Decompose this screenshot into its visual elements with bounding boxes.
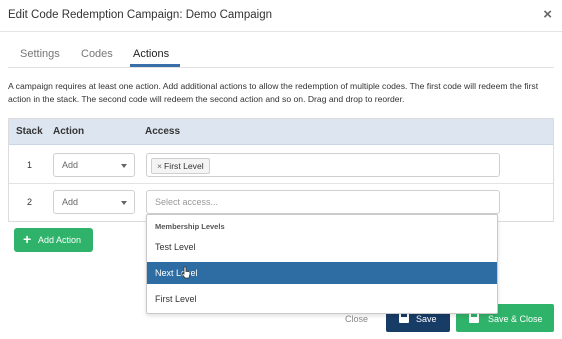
close-icon[interactable]: × [543,6,552,23]
dropdown-option-next-level[interactable]: Next Level [147,262,497,284]
add-action-label: Add Action [38,235,82,245]
floppy-disk-icon [469,313,479,323]
tab-codes[interactable]: Codes [81,48,113,60]
row-2-action-value: Add [62,197,79,207]
actions-description: A campaign requires at least one action.… [8,81,539,104]
plus-icon: + [23,231,32,247]
access-dropdown: Membership Levels Test Level Next Level … [146,214,498,314]
tab-bar: Settings Codes Actions [8,34,554,68]
row-2-access-input[interactable]: Select access... [146,190,500,214]
dropdown-option-first-level[interactable]: First Level [147,288,497,310]
dropdown-option-test-level[interactable]: Test Level [147,236,497,258]
add-action-button[interactable]: + Add Action [14,228,93,252]
remove-tag-icon[interactable]: × [157,161,162,171]
close-button[interactable]: Close [345,314,368,324]
hand-cursor-icon [181,266,191,279]
access-tag: × First Level [151,158,210,174]
header-stack: Stack [16,126,43,137]
row-1-action-value: Add [62,160,79,170]
header-action: Action [53,126,85,137]
row-2-stack-number: 2 [27,197,33,207]
chevron-down-icon [121,201,127,205]
access-tag-label: First Level [164,161,204,171]
active-tab-indicator [130,64,180,67]
row-divider [9,183,553,184]
chevron-down-icon [121,164,127,168]
modal-title: Edit Code Redemption Campaign: Demo Camp… [8,9,273,21]
access-placeholder: Select access... [155,197,219,207]
option-label: Next Level [155,268,198,278]
row-1-stack-number: 1 [27,160,33,170]
tab-settings[interactable]: Settings [20,48,60,60]
row-1-access-input[interactable]: × First Level [146,153,500,177]
save-and-close-label: Save & Close [488,314,543,324]
tab-actions[interactable]: Actions [133,48,169,60]
save-label: Save [416,314,437,324]
dropdown-group-label: Membership Levels [155,222,225,231]
actions-table: Stack Action Access 1 Add × First Level 2… [8,118,554,222]
header-access: Access [145,126,181,137]
modal-header: Edit Code Redemption Campaign: Demo Camp… [0,0,562,32]
row-1-action-select[interactable]: Add [53,153,135,177]
option-label: First Level [155,294,197,304]
row-2-action-select[interactable]: Add [53,190,135,214]
option-label: Test Level [155,242,196,252]
floppy-disk-icon [399,313,409,323]
table-header: Stack Action Access [9,119,553,145]
